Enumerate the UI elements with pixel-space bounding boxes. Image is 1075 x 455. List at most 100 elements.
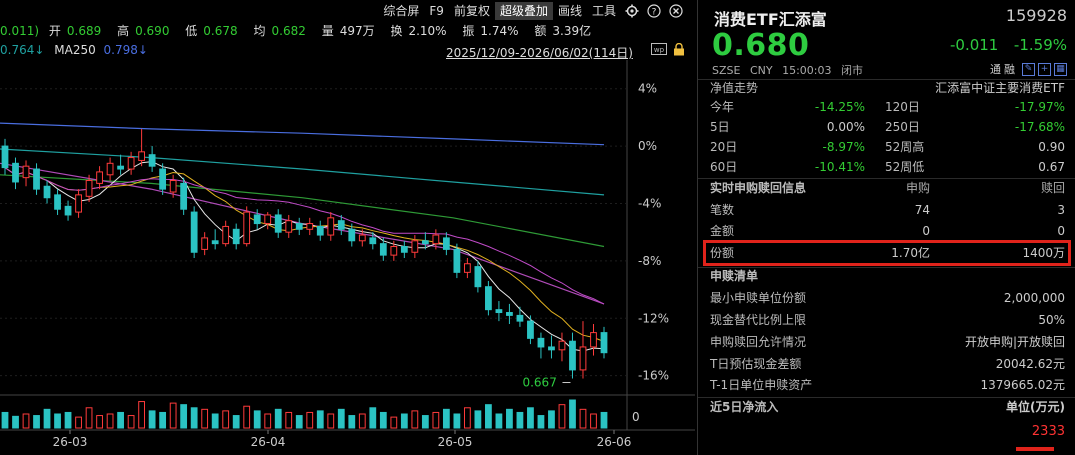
candle-body: [379, 243, 387, 256]
perf-row: 60日 -10.41% 52周低 0.67: [710, 157, 1065, 177]
toolbar-item-f9[interactable]: F9: [424, 2, 449, 20]
volume-bar: [306, 411, 314, 429]
volume-bar: [474, 410, 482, 429]
candle-body: [222, 225, 230, 245]
volume-bar: [421, 415, 429, 429]
nav-label: 净值走势: [710, 81, 759, 95]
volume-bar: [379, 411, 387, 429]
y-tick-label: -16%: [638, 369, 669, 383]
lock-icon[interactable]: [673, 42, 685, 59]
ma-legend: 0.764↓ MA250 0.798↓: [0, 43, 148, 57]
flow-value-row: 2333: [710, 421, 1065, 443]
candle-body: [96, 171, 103, 184]
list-key: T-1日单位申赎资产: [710, 378, 813, 392]
volume-bar: [190, 407, 198, 429]
nav-index-name: 汇添富中证主要消费ETF: [935, 81, 1065, 95]
volume-bar: [180, 404, 188, 429]
candle-body: [211, 240, 219, 245]
date-range[interactable]: 2025/12/09-2026/06/02(114日): [446, 44, 633, 61]
add-icon[interactable]: +: [1038, 62, 1051, 76]
toolbar-item-adjust[interactable]: 前复权: [449, 2, 495, 20]
subscription-row: 笔数 74 3: [710, 200, 1065, 220]
toolbar-item-draw[interactable]: 画线: [553, 2, 587, 20]
candle-body: [411, 240, 419, 253]
volume-bar: [85, 407, 93, 429]
kline-chart[interactable]: 0.667 4% 0% -4% -8% -12% -16% 0 26-03 26-04 26-05…: [0, 0, 695, 455]
candle-body: [506, 312, 513, 316]
candle-body: [337, 220, 345, 230]
candle-body: [453, 248, 461, 273]
candle-body: [432, 234, 440, 245]
perf-row: 今年 -14.25% 120日 -17.97%: [710, 97, 1065, 117]
candle-body: [253, 214, 261, 225]
title-row: 消费ETF汇添富 159928: [714, 6, 1067, 29]
perf-label: 60日: [710, 160, 738, 174]
list-key: 最小申赎单位份额: [710, 291, 807, 305]
list-row: 申购赎回允许情况 开放申购|开放赎回: [710, 331, 1065, 353]
toolbar-item-tools[interactable]: 工具: [587, 2, 621, 20]
list-key: 申购赎回允许情况: [710, 335, 807, 349]
list-key: T日预估现金差额: [710, 357, 802, 371]
candle-body: [232, 228, 240, 245]
candle-body: [463, 263, 471, 273]
toolbar-item-overview[interactable]: 综合屏: [378, 2, 424, 20]
wp-icon[interactable]: wp: [651, 43, 667, 59]
volume-bar: [337, 408, 345, 429]
volume-bar: [411, 410, 419, 429]
chart-axes: 4% 0% -4% -8% -12% -16% 0 26-03 26-04 26-05 26-06: [0, 60, 695, 449]
candle-body: [43, 185, 51, 199]
subscribe-col-header: 申购: [905, 181, 930, 195]
candle-body: [12, 162, 19, 183]
volume-bar: [169, 402, 177, 429]
volume-bar: [211, 413, 219, 429]
info-panel: 消费ETF汇添富 159928 0.680 -0.011 -1.59% SZSE…: [697, 0, 1075, 455]
edit-icon[interactable]: ✎: [1022, 62, 1035, 76]
subscription-row: 金额 0 0: [710, 221, 1065, 241]
candle-body: [390, 246, 398, 256]
market-tag: SZSE: [712, 64, 741, 77]
flow-title: 近5日净流入: [710, 400, 779, 414]
volume-bar: [590, 413, 597, 429]
perf-label: 52周高: [885, 140, 925, 154]
ma10-line: [4, 167, 605, 342]
rong-label: 融: [1004, 63, 1015, 76]
grid-icon[interactable]: ▦: [1054, 62, 1067, 76]
volume-bar: [558, 404, 566, 429]
gear-icon[interactable]: [624, 3, 640, 19]
volume-bar: [138, 401, 146, 429]
flow-title-row: 近5日净流入 单位(万元): [710, 396, 1065, 418]
candle-body: [400, 246, 408, 253]
list-value: 1379665.02元: [980, 378, 1065, 392]
help-icon[interactable]: ?: [646, 3, 662, 19]
perf-label: 今年: [710, 100, 735, 114]
nav-row[interactable]: 净值走势 汇添富中证主要消费ETF: [710, 77, 1065, 99]
volume-bar: [600, 411, 608, 429]
volume-bar: [400, 413, 408, 429]
volume-bar: [548, 410, 555, 429]
kline-chart-panel[interactable]: 0.667 4% 0% -4% -8% -12% -16% 0 26-03 26-04 26-05…: [0, 0, 695, 455]
candles: 0.667: [1, 128, 608, 390]
y-tick-label: -12%: [638, 311, 669, 325]
time-tag: 15:00:03: [782, 64, 832, 77]
volume-bar: [358, 413, 366, 429]
volume-bar: [316, 410, 324, 429]
price-row: 0.680 -0.011 -1.59%: [712, 28, 1067, 63]
ma-lines: [0, 122, 605, 352]
ma-partial-value: 0.764↓: [0, 43, 45, 57]
y-tick-label: 4%: [638, 82, 657, 96]
list-row: T日预估现金差额 20042.62元: [710, 353, 1065, 375]
redeem-col-header: 赎回: [1040, 181, 1065, 195]
list-value: 50%: [1038, 313, 1065, 327]
volume-bar: [264, 413, 272, 429]
perf-value: 0.67: [1038, 160, 1065, 174]
highlight-box: [703, 240, 1071, 266]
volume-bar: [64, 411, 72, 429]
toolbar-item-overlay[interactable]: 超级叠加: [494, 2, 553, 20]
volume-bar: [463, 407, 471, 429]
volume-bar: [12, 415, 19, 429]
volume-bar: [295, 415, 303, 429]
candle-body: [295, 223, 303, 230]
candle-body: [159, 168, 167, 190]
volume-bar: [390, 416, 398, 429]
close-icon[interactable]: [668, 3, 684, 19]
